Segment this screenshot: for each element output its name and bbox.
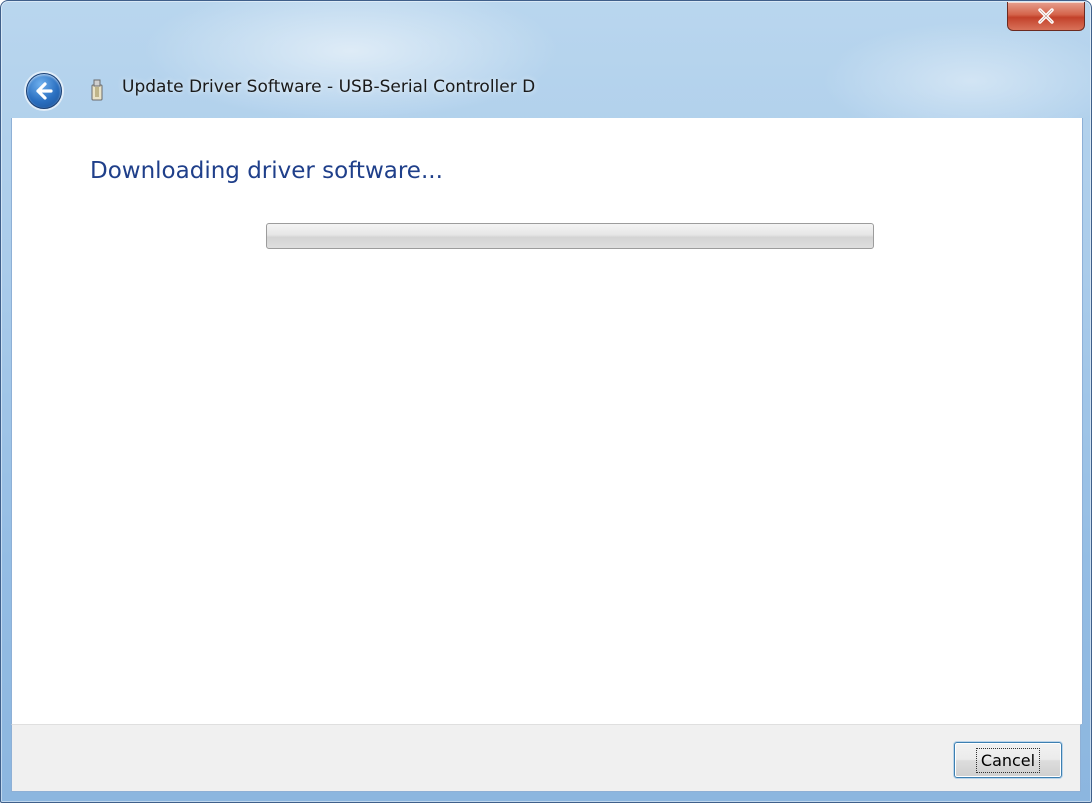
dialog-content: Downloading driver software...: [11, 118, 1083, 724]
window-title: Update Driver Software - USB-Serial Cont…: [122, 77, 536, 97]
titlebar-glass-highlight: [141, 1, 561, 121]
back-button[interactable]: [26, 73, 62, 109]
close-button[interactable]: [1007, 2, 1085, 31]
usb-device-icon: [91, 79, 103, 101]
download-progress-bar: [266, 223, 874, 249]
back-arrow-icon: [36, 82, 53, 100]
dialog-window: Update Driver Software - USB-Serial Cont…: [0, 0, 1092, 803]
cancel-button[interactable]: Cancel: [954, 742, 1062, 778]
close-icon: [1038, 8, 1054, 24]
dialog-footer: Cancel: [11, 724, 1081, 792]
cancel-button-label: Cancel: [975, 747, 1041, 773]
page-heading: Downloading driver software...: [90, 158, 443, 184]
